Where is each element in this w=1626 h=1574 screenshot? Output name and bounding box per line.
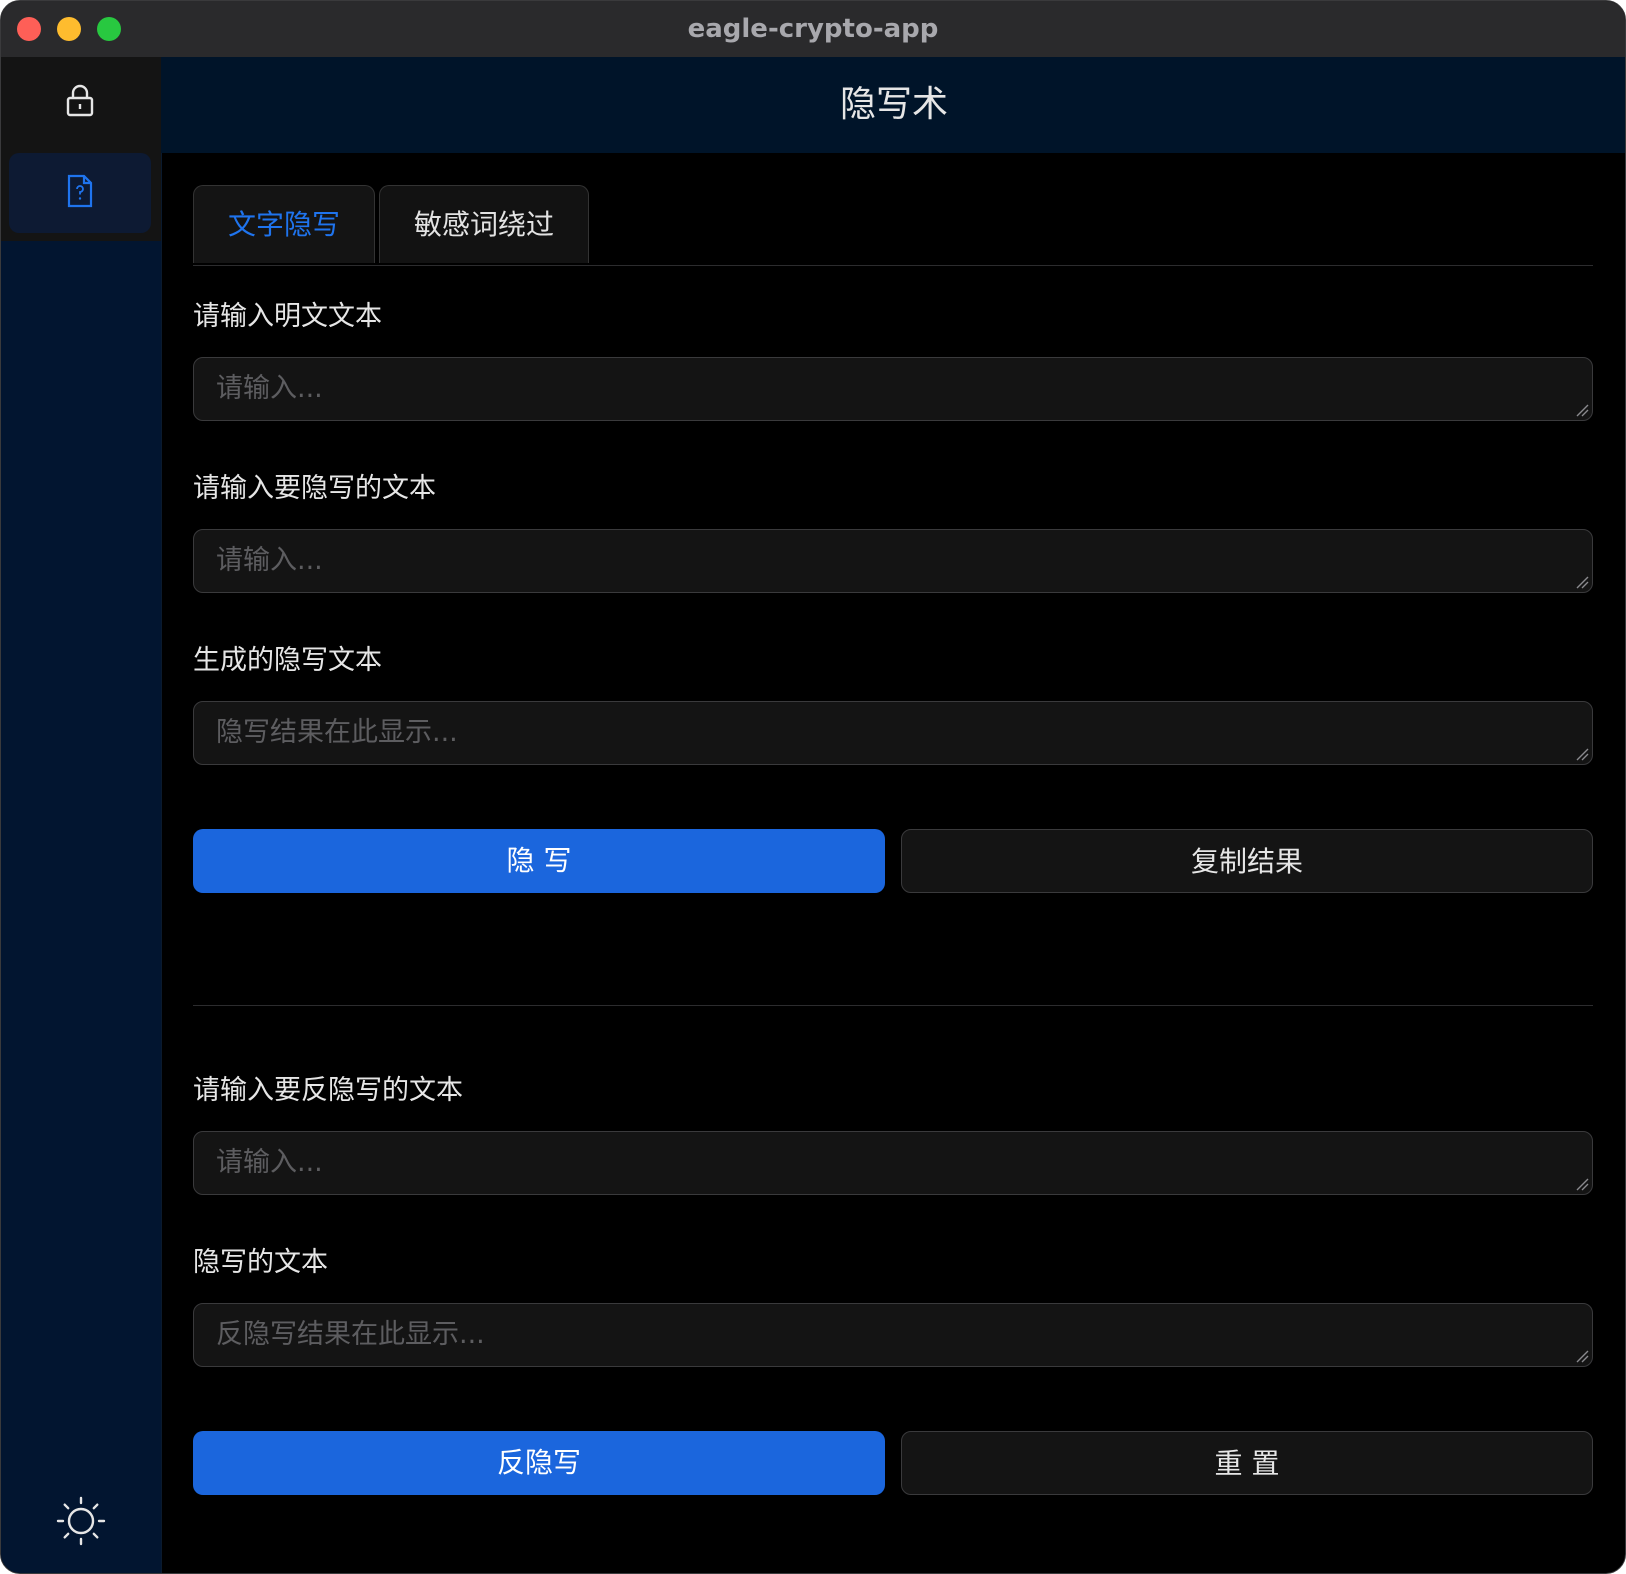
result-field-wrapper (193, 701, 1593, 765)
decode-output[interactable] (193, 1303, 1593, 1367)
hidden-text-field-wrapper (193, 529, 1593, 593)
result-output[interactable] (193, 701, 1593, 765)
sidebar (1, 57, 162, 1573)
decode-input-field-wrapper (193, 1131, 1593, 1195)
hidden-text-input[interactable] (193, 529, 1593, 593)
tab-sensitive-word-bypass[interactable]: 敏感词绕过 (379, 185, 589, 263)
plaintext-field-wrapper (193, 357, 1593, 421)
decode-input-label: 请输入要反隐写的文本 (193, 1075, 463, 1106)
hidden-text-label: 请输入要隐写的文本 (193, 473, 436, 504)
plaintext-input[interactable] (193, 357, 1593, 421)
lock-icon (65, 84, 95, 122)
sidebar-item-encryption[interactable] (9, 63, 151, 143)
document-question-icon (66, 174, 94, 212)
title-bar: eagle-crypto-app (1, 1, 1625, 58)
section-divider (193, 1005, 1593, 1006)
copy-result-button[interactable]: 复制结果 (901, 829, 1593, 893)
app-window: eagle-crypto-app 隐写术 文字隐写 敏感词绕过 请输入明文文本 … (0, 0, 1626, 1574)
reset-button[interactable]: 重 置 (901, 1431, 1593, 1495)
result-label: 生成的隐写文本 (193, 645, 382, 676)
tab-text-steganography[interactable]: 文字隐写 (193, 185, 375, 263)
sidebar-item-steganography[interactable] (9, 153, 151, 233)
decode-output-field-wrapper (193, 1303, 1593, 1367)
tab-bar: 文字隐写 敏感词绕过 (193, 185, 1593, 266)
sun-icon (55, 1495, 107, 1551)
decode-input[interactable] (193, 1131, 1593, 1195)
page-title: 隐写术 (839, 84, 948, 125)
decode-button[interactable]: 反隐写 (193, 1431, 885, 1495)
theme-toggle-button[interactable] (41, 1483, 121, 1563)
decode-output-label: 隐写的文本 (193, 1247, 328, 1278)
page-header: 隐写术 (161, 57, 1625, 153)
encode-button[interactable]: 隐 写 (193, 829, 885, 893)
window-title: eagle-crypto-app (687, 14, 939, 44)
plaintext-label: 请输入明文文本 (193, 301, 382, 332)
